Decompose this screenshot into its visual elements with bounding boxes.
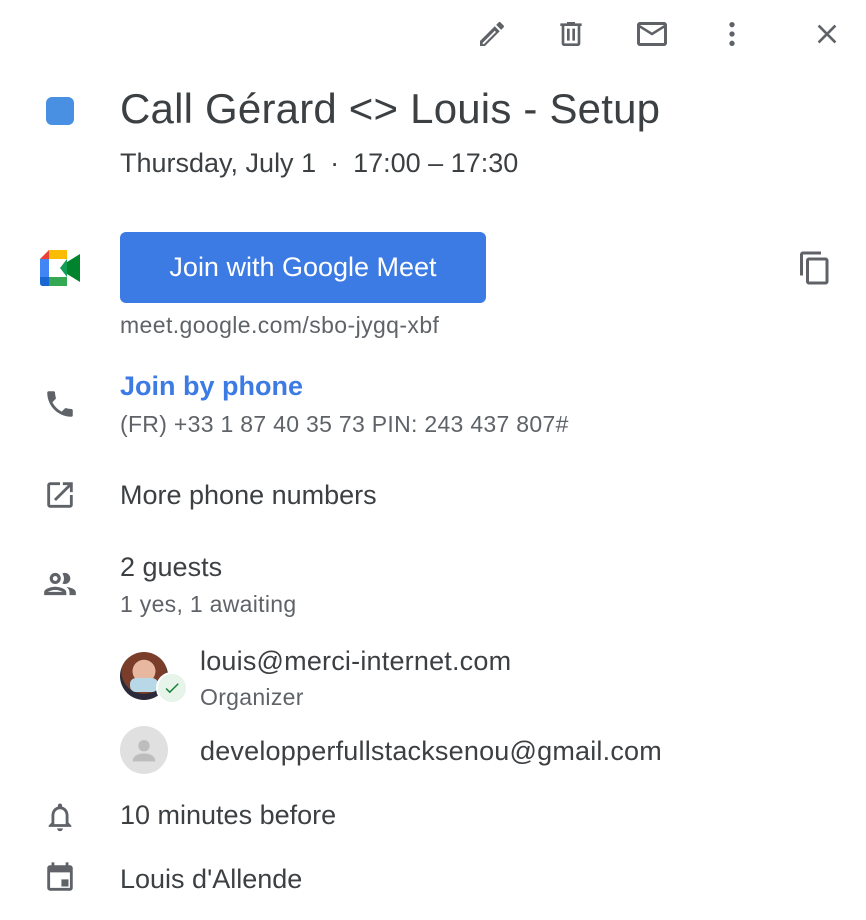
meet-url: meet.google.com/sbo-jygq-xbf — [120, 312, 440, 338]
guests-rsvp-summary: 1 yes, 1 awaiting — [120, 591, 297, 617]
event-title: Call Gérard <> Louis - Setup — [120, 85, 661, 132]
bell-icon — [48, 803, 72, 832]
accepted-badge — [156, 672, 188, 704]
guest-role: Organizer — [200, 684, 304, 710]
phone-number-pin: (FR) +33 1 87 40 35 73 PIN: 243 437 807# — [120, 411, 569, 437]
edit-button[interactable] — [472, 14, 512, 54]
trash-icon — [560, 22, 582, 46]
mail-icon — [637, 22, 667, 46]
calendar-icon — [47, 862, 73, 891]
open-in-new-icon-wrapper — [40, 475, 80, 515]
guest-email[interactable]: developperfullstacksenou@gmail.com — [200, 736, 662, 767]
close-button[interactable] — [807, 14, 847, 54]
avatar[interactable] — [120, 726, 168, 774]
event-date: Thursday, July 1 — [120, 148, 317, 178]
datetime-separator: · — [330, 148, 340, 178]
delete-button[interactable] — [551, 14, 591, 54]
calendar-icon-wrapper — [40, 858, 80, 898]
more-phone-numbers-link[interactable]: More phone numbers — [120, 480, 377, 511]
google-meet-icon — [40, 250, 80, 286]
phone-icon — [47, 391, 73, 417]
people-icon — [44, 572, 76, 596]
event-color-indicator — [46, 97, 74, 125]
copy-icon — [800, 251, 829, 285]
email-guests-button[interactable] — [632, 14, 672, 54]
open-in-new-icon — [47, 482, 73, 508]
reminder-label: 10 minutes before — [120, 800, 337, 830]
check-icon — [165, 683, 179, 694]
more-vert-icon — [729, 22, 735, 46]
phone-icon-wrapper — [40, 384, 80, 424]
join-google-meet-button[interactable]: Join with Google Meet — [120, 232, 486, 303]
event-time: 17:00 – 17:30 — [353, 148, 519, 178]
guests-count: 2 guests — [120, 552, 223, 582]
close-icon — [817, 24, 837, 44]
guest-email[interactable]: louis@merci-internet.com — [200, 646, 511, 677]
more-options-button[interactable] — [712, 14, 752, 54]
join-by-phone-link[interactable]: Join by phone — [120, 371, 303, 402]
person-icon — [132, 740, 156, 762]
copy-meet-link-button[interactable] — [795, 248, 835, 288]
event-datetime: Thursday, July 1 · 17:00 – 17:30 — [120, 148, 518, 179]
pencil-icon — [480, 21, 505, 46]
bell-icon-wrapper — [40, 797, 80, 837]
people-icon-wrapper — [40, 564, 80, 604]
calendar-owner: Louis d'Allende — [120, 864, 303, 894]
avatar-photo-detail — [130, 678, 158, 692]
